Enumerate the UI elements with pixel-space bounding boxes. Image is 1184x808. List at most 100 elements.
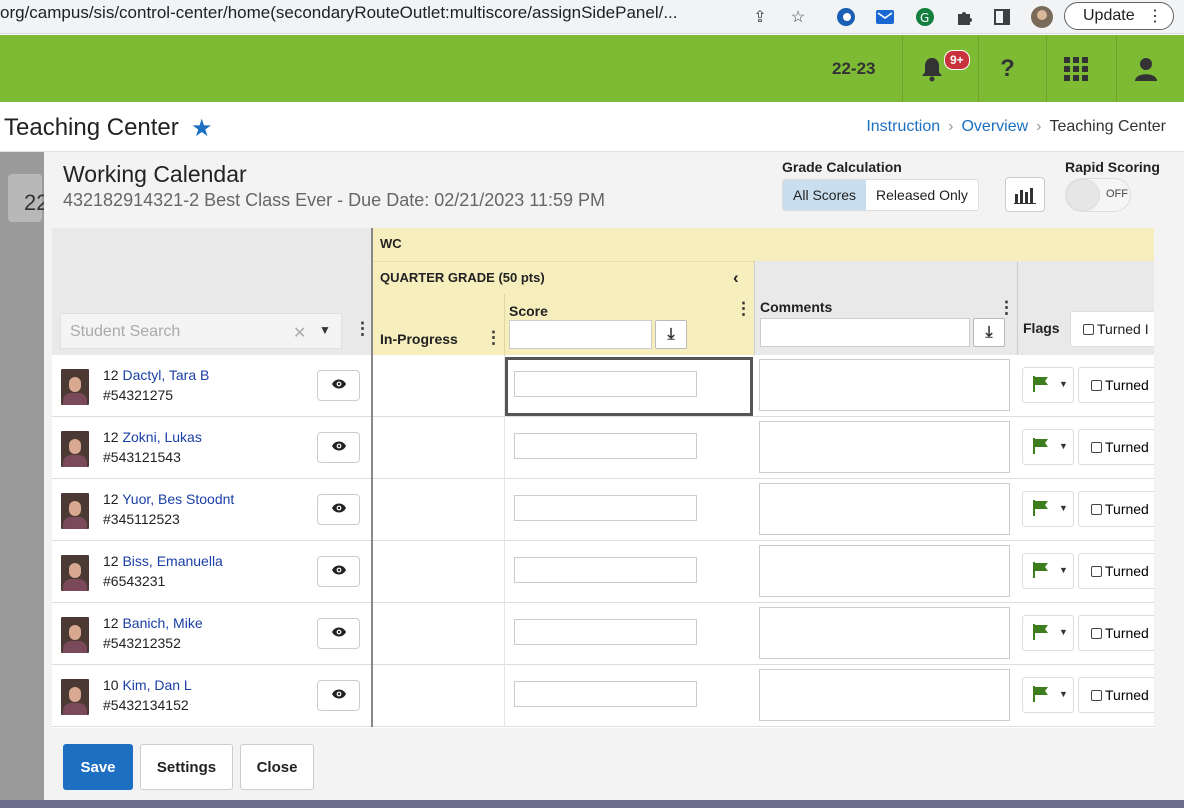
flag-dropdown-button[interactable]: ▼	[1022, 491, 1074, 527]
comment-input[interactable]	[759, 545, 1010, 597]
student-cell: 12 Biss, Emanuella #6543231	[52, 541, 373, 603]
settings-button[interactable]: Settings	[140, 744, 233, 790]
all-scores-option[interactable]: All Scores	[783, 180, 867, 210]
turned-in-label: Turned In	[1105, 563, 1154, 579]
student-column-menu-icon[interactable]: ⋮	[354, 320, 371, 337]
student-name-link[interactable]: Biss, Emanuella	[122, 553, 222, 569]
turned-in-checkbox[interactable]: Turned In	[1078, 615, 1154, 651]
turned-in-checkbox[interactable]: Turned In	[1078, 367, 1154, 403]
student-name-link[interactable]: Dactyl, Tara B	[122, 367, 209, 383]
caret-down-icon: ▼	[1059, 689, 1068, 699]
comment-input[interactable]	[759, 421, 1010, 473]
breadcrumb-instruction[interactable]: Instruction	[866, 118, 940, 135]
collapse-chevron-icon[interactable]: ‹	[733, 268, 739, 288]
eye-icon	[331, 625, 347, 643]
score-input[interactable]	[514, 433, 697, 459]
comment-input[interactable]	[759, 669, 1010, 721]
background-card: 22	[8, 174, 48, 222]
turned-in-all-checkbox[interactable]: Turned I	[1070, 311, 1154, 347]
comment-input[interactable]	[759, 359, 1010, 411]
more-vert-icon: ⋮	[1147, 8, 1163, 25]
view-student-button[interactable]	[317, 432, 360, 463]
turned-in-checkbox[interactable]: Turned In	[1078, 677, 1154, 713]
in-progress-menu-icon[interactable]: ⋮	[485, 329, 502, 346]
view-student-button[interactable]	[317, 618, 360, 649]
student-column-header: Student Search ✕ ▼ ⋮	[52, 228, 373, 355]
checkbox-icon	[1091, 690, 1102, 701]
comments-fill-down-button[interactable]: ⤓	[973, 318, 1005, 347]
turned-in-label: Turned In	[1105, 501, 1154, 517]
comments-fill-input[interactable]	[760, 318, 970, 347]
turned-in-checkbox[interactable]: Turned In	[1078, 491, 1154, 527]
panel-footer: Save Settings Close	[44, 728, 1184, 800]
flag-dropdown-button[interactable]: ▼	[1022, 429, 1074, 465]
in-progress-cell	[373, 603, 505, 665]
bookmark-star-icon[interactable]: ☆	[786, 5, 810, 29]
save-button[interactable]: Save	[63, 744, 133, 790]
close-button[interactable]: Close	[240, 744, 314, 790]
eye-icon	[331, 563, 347, 581]
rapid-scoring-toggle[interactable]: OFF	[1065, 178, 1131, 212]
side-panel-icon[interactable]	[990, 5, 1014, 29]
user-account-button[interactable]	[1116, 35, 1174, 102]
score-input[interactable]	[514, 619, 697, 645]
student-name-link[interactable]: Zokni, Lukas	[122, 429, 201, 445]
released-only-option[interactable]: Released Only	[866, 180, 978, 210]
flag-dropdown-button[interactable]: ▼	[1022, 615, 1074, 651]
assignment-name[interactable]: QUARTER GRADE (50 pts)	[380, 270, 545, 285]
view-student-button[interactable]	[317, 680, 360, 711]
view-student-button[interactable]	[317, 494, 360, 525]
extension-circle-icon[interactable]	[834, 5, 858, 29]
browser-toolbar: org/campus/sis/control-center/home(secon…	[0, 0, 1184, 34]
flag-icon	[1032, 624, 1050, 645]
turned-in-label: Turned In	[1105, 377, 1154, 393]
extensions-puzzle-icon[interactable]	[952, 5, 976, 29]
breadcrumb-current: Teaching Center	[1049, 118, 1166, 135]
score-input[interactable]	[514, 557, 697, 583]
student-name-line: 12 Banich, Mike	[103, 615, 203, 631]
address-bar-url[interactable]: org/campus/sis/control-center/home(secon…	[0, 0, 740, 34]
checkbox-icon	[1091, 380, 1102, 391]
score-menu-icon[interactable]: ⋮	[735, 300, 752, 317]
share-icon[interactable]: ⇪	[748, 5, 772, 29]
browser-update-button[interactable]: Update ⋮	[1064, 2, 1174, 30]
score-fill-down-button[interactable]: ⤓	[655, 320, 687, 349]
score-input[interactable]	[514, 681, 697, 707]
view-student-button[interactable]	[317, 556, 360, 587]
search-dropdown-icon[interactable]: ▼	[319, 323, 331, 337]
comment-input[interactable]	[759, 483, 1010, 535]
bar-chart-icon	[1014, 187, 1036, 204]
profile-avatar-icon[interactable]	[1030, 5, 1054, 29]
score-input[interactable]	[514, 495, 697, 521]
mail-extension-icon[interactable]	[873, 5, 897, 29]
favorite-star-icon[interactable]: ★	[191, 114, 213, 143]
turned-in-checkbox[interactable]: Turned In	[1078, 553, 1154, 589]
in-progress-cell	[373, 541, 505, 603]
flag-icon	[1032, 686, 1050, 707]
rapid-scoring-label: Rapid Scoring	[1065, 159, 1160, 175]
student-number: #543212352	[103, 635, 181, 651]
view-student-button[interactable]	[317, 370, 360, 401]
score-fill-input[interactable]	[509, 320, 652, 349]
student-search-input[interactable]: Student Search ✕ ▼	[60, 313, 342, 349]
clear-search-icon[interactable]: ✕	[293, 323, 306, 343]
apps-grid-icon	[1063, 56, 1088, 81]
chart-button[interactable]	[1005, 177, 1045, 212]
turned-in-all-label: Turned I	[1097, 321, 1149, 337]
flag-dropdown-button[interactable]: ▼	[1022, 367, 1074, 403]
apps-grid-button[interactable]	[1046, 35, 1104, 102]
breadcrumb-overview[interactable]: Overview	[961, 118, 1028, 135]
focused-score-cell[interactable]	[505, 357, 753, 416]
grammar-extension-icon[interactable]: G	[913, 5, 937, 29]
turned-in-checkbox[interactable]: Turned In	[1078, 429, 1154, 465]
comments-menu-icon[interactable]: ⋮	[998, 299, 1015, 316]
student-name-link[interactable]: Banich, Mike	[122, 615, 202, 631]
student-name-link[interactable]: Kim, Dan L	[122, 677, 191, 693]
flag-dropdown-button[interactable]: ▼	[1022, 677, 1074, 713]
comment-input[interactable]	[759, 607, 1010, 659]
help-button[interactable]: ?	[978, 35, 1036, 102]
flag-icon	[1032, 562, 1050, 583]
school-year[interactable]: 22-23	[832, 59, 875, 79]
flag-dropdown-button[interactable]: ▼	[1022, 553, 1074, 589]
student-name-link[interactable]: Yuor, Bes Stoodnt	[122, 491, 234, 507]
